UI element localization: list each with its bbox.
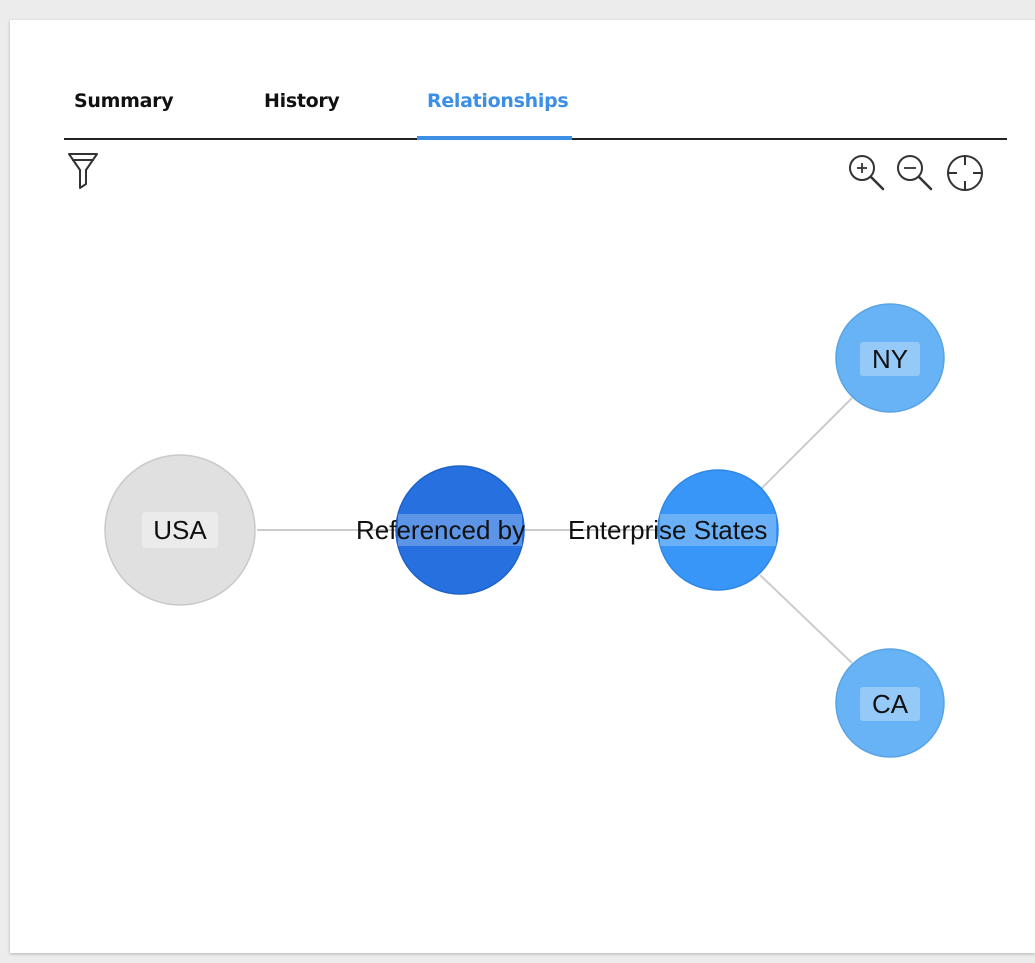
edge-label-enterprise-states: Enterprise States bbox=[568, 515, 767, 545]
graph-node-ny[interactable]: NY bbox=[835, 303, 945, 413]
graph-node-ca[interactable]: CA bbox=[835, 648, 945, 758]
edge-enterprise-ny bbox=[759, 397, 853, 491]
node-label-ca: CA bbox=[872, 689, 909, 719]
graph-node-usa[interactable]: USA bbox=[104, 454, 256, 606]
node-label-ny: NY bbox=[872, 344, 908, 374]
edge-enterprise-ca bbox=[759, 574, 853, 664]
relationship-graph: USA Referenced by Enterprise States NY C… bbox=[104, 303, 945, 758]
edge-label-referenced-by: Referenced by bbox=[356, 515, 525, 545]
node-label-usa: USA bbox=[153, 515, 207, 545]
relationships-panel: Summary History Relationships USA Refere… bbox=[10, 20, 1035, 953]
